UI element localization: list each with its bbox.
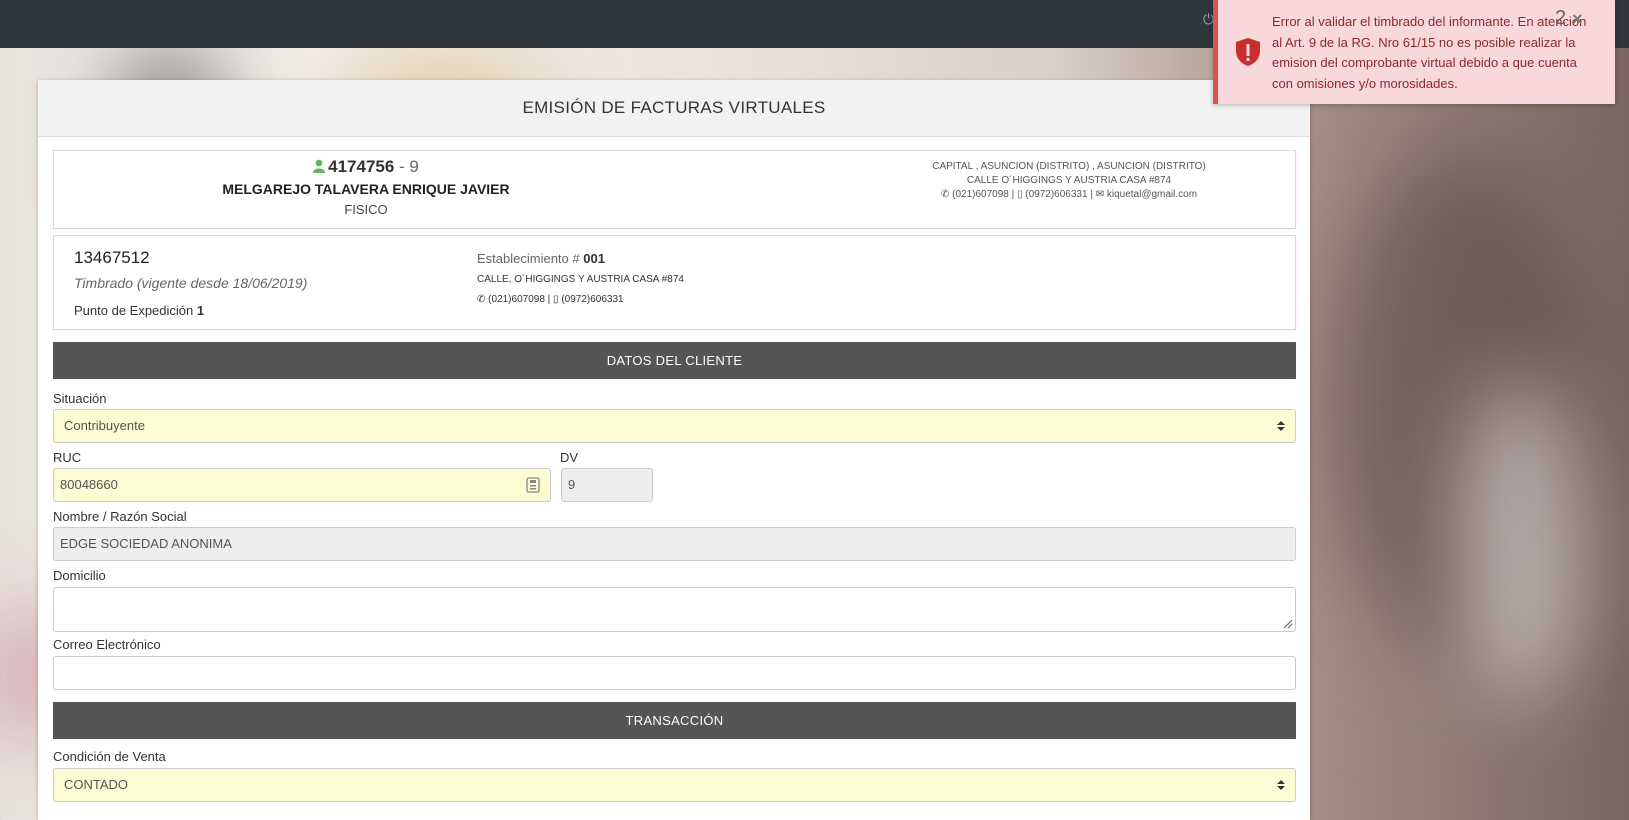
establecimiento-phones-row: ✆ (021)607098 | ▯ (0972)606331 (477, 294, 624, 305)
id-card-icon (526, 477, 540, 493)
timbrado-card: 13467512 Timbrado (vigente desde 18/06/2… (53, 235, 1296, 330)
error-toast[interactable]: Error al validar el timbrado del informa… (1213, 0, 1615, 104)
dv-input[interactable]: 9 (561, 468, 653, 502)
owner-ruc: 4174756 (328, 157, 395, 176)
owner-address-block: CAPITAL , ASUNCION (DISTRITO) , ASUNCION… (834, 160, 1304, 202)
establecimiento-address: CALLE, O´HIGGINGS Y AUSTRIA CASA #874 (477, 274, 684, 285)
background-blur (1460, 380, 1580, 700)
owner-ruc-line: 4174756 - 9 (54, 157, 678, 177)
transaction-section-header: TRANSACCIÓN (53, 702, 1296, 739)
owner-address-line2: CALLE O´HIGGINGS Y AUSTRIA CASA #874 (966, 175, 1172, 186)
dv-label: DV (560, 450, 579, 465)
punto-expedicion: Punto de Expedición 1 (74, 303, 204, 318)
toast-message: Error al validar el timbrado del informa… (1272, 14, 1587, 91)
resize-handle-icon[interactable] (1283, 619, 1293, 629)
condicion-select[interactable]: CONTADO (53, 768, 1296, 802)
domicilio-textarea[interactable] (53, 587, 1296, 632)
timbrado-validity: Timbrado (vigente desde 18/06/2019) (74, 275, 308, 291)
punto-expedicion-value: 1 (196, 303, 205, 318)
ruc-label: RUC (53, 450, 82, 465)
condicion-label: Condición de Venta (53, 749, 166, 764)
owner-type: FISICO (344, 202, 388, 217)
page-title: EMISIÓN DE FACTURAS VIRTUALES (38, 80, 1310, 137)
client-section-header: DATOS DEL CLIENTE (53, 342, 1296, 379)
establecimiento-label: Establecimiento # (477, 251, 584, 266)
condicion-value: CONTADO (64, 777, 129, 792)
select-caret-icon (1277, 421, 1285, 431)
establecimiento-value: 001 (583, 251, 605, 266)
owner-contact: (021)607098 | ▯ (0972)606331 | ✉ kiqueta… (952, 189, 1198, 200)
phone-icon: ✆ (477, 294, 489, 305)
nombre-label: Nombre / Razón Social (53, 509, 187, 524)
timbrado-number: 13467512 (74, 248, 150, 267)
establecimiento: Establecimiento # 001 (477, 251, 605, 266)
situacion-label: Situación (53, 391, 107, 406)
shield-alert-icon (1236, 38, 1260, 66)
owner-name: MELGAREJO TALAVERA ENRIQUE JAVIER (222, 181, 510, 197)
establecimiento-phones: (021)607098 | ▯ (0972)606331 (488, 294, 624, 305)
invoice-panel: EMISIÓN DE FACTURAS VIRTUALES 4174756 - … (38, 80, 1310, 820)
ruc-input[interactable]: 80048660 (53, 468, 551, 502)
select-caret-icon (1277, 780, 1285, 790)
nombre-input[interactable]: EDGE SOCIEDAD ANONIMA (53, 527, 1296, 561)
phone-icon: ✆ (940, 189, 953, 200)
punto-expedicion-label: Punto de Expedición (74, 303, 197, 318)
dv-value: 9 (568, 477, 576, 492)
situacion-select[interactable]: Contribuyente (53, 409, 1296, 443)
correo-input[interactable] (53, 656, 1296, 690)
nombre-value: EDGE SOCIEDAD ANONIMA (60, 536, 232, 551)
situacion-value: Contribuyente (64, 418, 145, 433)
ruc-value: 80048660 (60, 477, 118, 492)
correo-label: Correo Electrónico (53, 637, 161, 652)
toast-count-badge: 2 (1555, 7, 1567, 29)
owner-card: 4174756 - 9 MELGAREJO TALAVERA ENRIQUE J… (53, 150, 1296, 229)
owner-address-line1: CAPITAL , ASUNCION (DISTRITO) , ASUNCION… (932, 161, 1206, 172)
toast-close-button[interactable]: × (1572, 9, 1583, 30)
user-icon (313, 159, 326, 173)
domicilio-label: Domicilio (53, 568, 106, 583)
owner-dv: - 9 (394, 157, 419, 176)
